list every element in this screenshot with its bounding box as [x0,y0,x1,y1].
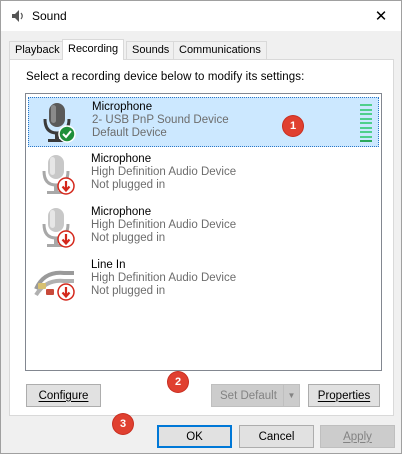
configure-button[interactable]: Configure [26,384,101,407]
set-default-label: Set Default [220,389,277,402]
device-name: Microphone [91,153,152,165]
apply-button[interactable]: Apply [320,425,395,448]
window-title: Sound [32,9,67,23]
tab-playback[interactable]: Playback [9,41,66,59]
set-default-button[interactable]: Set Default ▼ [211,384,300,407]
ok-button[interactable]: OK [157,425,232,448]
device-description: 2- USB PnP Sound Device [92,114,229,126]
device-item-usb-microphone[interactable]: Microphone 2- USB PnP Sound Device Defau… [28,97,379,147]
device-status: Not plugged in [91,179,166,191]
microphone-icon [42,155,75,195]
cancel-label: Cancel [258,430,295,443]
device-description: High Definition Audio Device [91,272,237,284]
device-item-line-in[interactable]: Line In High Definition Audio Device Not… [28,256,379,306]
device-item-hd-microphone-1[interactable]: Microphone High Definition Audio Device … [28,150,379,200]
cancel-button[interactable]: Cancel [239,425,314,448]
tab-recording[interactable]: Recording [62,39,125,60]
tab-communications[interactable]: Communications [173,41,267,59]
device-item-hd-microphone-2[interactable]: Microphone High Definition Audio Device … [28,203,379,253]
instruction-text: Select a recording device below to modif… [26,71,305,83]
device-status: Not plugged in [91,285,166,297]
line-in-cable-icon [34,270,75,301]
close-button[interactable]: ✕ [361,1,401,31]
default-check-icon [58,125,76,143]
device-name: Microphone [92,101,153,113]
tab-sounds[interactable]: Sounds [126,41,176,59]
close-icon: ✕ [374,8,388,25]
configure-label: Configure [38,389,89,402]
apply-label: Apply [343,430,372,443]
properties-label: Properties [317,389,371,402]
recording-device-list[interactable]: Microphone 2- USB PnP Sound Device Defau… [25,93,382,371]
callout-badge-3: 3 [113,414,133,434]
callout-badge-1: 1 [283,116,303,136]
input-level-meter [360,104,372,142]
sound-dialog: Sound ✕ Playback Recording Sounds Commun… [0,0,402,454]
chevron-down-icon[interactable]: ▼ [283,385,299,406]
device-name: Line In [91,259,126,271]
callout-badge-2: 2 [168,372,188,392]
ok-label: OK [186,430,203,443]
speaker-icon [12,10,23,22]
device-status: Default Device [92,127,167,139]
device-name: Microphone [91,206,152,218]
device-description: High Definition Audio Device [91,219,237,231]
device-description: High Definition Audio Device [91,166,237,178]
device-status: Not plugged in [91,232,166,244]
recording-panel: Select a recording device below to modif… [9,59,394,416]
microphone-icon [43,103,76,143]
title-bar: Sound ✕ [1,1,401,31]
properties-button[interactable]: Properties [308,384,380,407]
microphone-icon [42,208,75,248]
